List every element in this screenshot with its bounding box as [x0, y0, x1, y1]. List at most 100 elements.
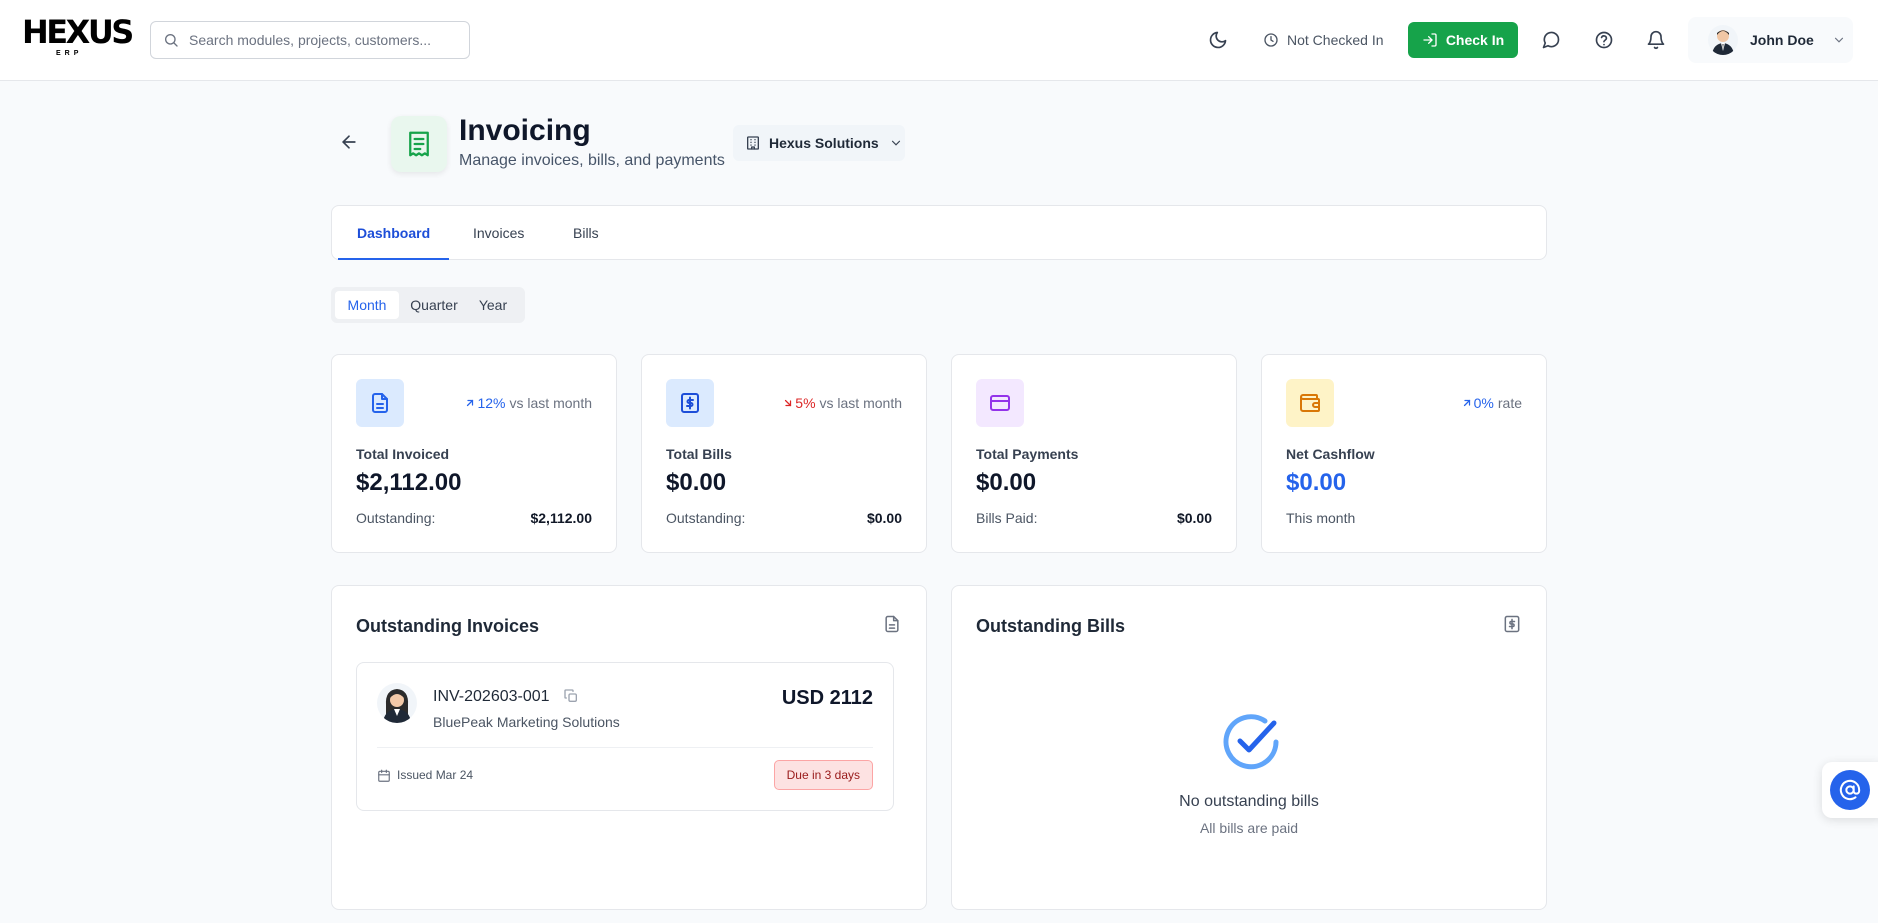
trend-text: rate — [1497, 395, 1522, 411]
trend-percent: 5% — [795, 395, 816, 411]
stat-label: Total Payments — [976, 446, 1079, 462]
empty-state-subtitle: All bills are paid — [1199, 820, 1299, 836]
period-toggle: Month Quarter Year — [331, 287, 525, 323]
stat-card-total-payments: Total Payments $0.00 Bills Paid: $0.00 — [951, 354, 1237, 553]
floating-widget — [1822, 762, 1878, 818]
organization-selector[interactable]: Hexus Solutions — [733, 125, 905, 161]
stat-foot-label: Outstanding: — [356, 510, 436, 526]
stat-value: $0.00 — [976, 469, 1037, 496]
tab-invoices[interactable]: Invoices — [473, 206, 524, 260]
invoice-amount: USD 2112 — [781, 687, 873, 709]
login-icon — [1423, 33, 1437, 47]
page-subtitle: Manage invoices, bills, and payments — [459, 152, 725, 169]
search-box[interactable] — [150, 21, 470, 59]
divider — [377, 747, 873, 748]
tab-dashboard[interactable]: Dashboard — [357, 206, 430, 260]
tab-bills[interactable]: Bills — [573, 206, 599, 260]
building-icon — [747, 136, 759, 150]
organization-name: Hexus Solutions — [769, 135, 879, 151]
customer-avatar — [377, 683, 417, 723]
panel-title: Outstanding Bills — [976, 616, 1126, 636]
moon-icon — [1209, 31, 1227, 49]
period-quarter-button[interactable]: Quarter — [401, 291, 467, 319]
user-avatar — [1708, 25, 1738, 55]
back-button[interactable] — [339, 132, 359, 152]
status-text: Not Checked In — [1287, 32, 1384, 48]
dollar-receipt-icon — [1502, 614, 1522, 634]
stat-foot-value: $2,112.00 — [530, 510, 592, 526]
invoice-list-item[interactable]: INV-202603-001 BluePeak Marketing Soluti… — [356, 662, 894, 811]
logo-text: HEXUS — [22, 13, 134, 51]
arrow-up-right-icon — [467, 399, 474, 407]
logo-subtext: ERP — [56, 50, 83, 57]
hexus-logo[interactable]: HEXUS ERP — [22, 13, 134, 60]
help-button[interactable] — [1592, 28, 1616, 52]
stat-foot-label: Bills Paid: — [976, 510, 1038, 526]
stat-icon-box — [356, 379, 404, 427]
invoice-issued-date: Issued Mar 24 — [397, 768, 474, 782]
arrow-down-right-icon — [785, 399, 792, 407]
search-icon — [165, 34, 178, 47]
stat-foot-label: Outstanding: — [666, 510, 746, 526]
chevron-down-icon — [891, 140, 900, 146]
stat-label: Total Invoiced — [356, 446, 450, 462]
due-status-badge: Due in 3 days — [773, 760, 873, 790]
trend-indicator: 5% vs last month — [782, 395, 902, 411]
check-in-status: Not Checked In — [1263, 29, 1384, 51]
dollar-receipt-icon — [681, 393, 699, 413]
receipt-icon — [409, 131, 429, 157]
bell-icon — [1647, 30, 1665, 50]
stat-foot-label: This month — [1286, 510, 1356, 526]
arrow-up-right-icon — [1463, 399, 1470, 407]
trend-indicator: 12% vs last month — [464, 395, 592, 411]
document-icon — [882, 614, 902, 634]
copy-icon[interactable] — [563, 688, 579, 704]
period-year-button[interactable]: Year — [469, 291, 517, 319]
active-tab-indicator — [338, 258, 449, 260]
page-title: Invoicing — [459, 114, 591, 147]
invoice-customer: BluePeak Marketing Solutions — [433, 714, 620, 730]
trend-text: vs last month — [509, 395, 592, 411]
stat-foot-value: $0.00 — [1176, 510, 1212, 526]
messages-button[interactable] — [1539, 28, 1563, 52]
trend-percent: 0% — [1473, 395, 1494, 411]
outstanding-invoices-panel: Outstanding Invoices INV-202603-001 Blue… — [331, 585, 927, 910]
credit-card-icon — [990, 395, 1010, 411]
trend-text: vs last month — [819, 395, 902, 411]
top-bar: HEXUS ERP Not Checked In Check In — [0, 0, 1878, 81]
calendar-icon — [377, 769, 391, 783]
stat-foot-value: $0.00 — [866, 510, 902, 526]
mention-button[interactable] — [1830, 770, 1870, 810]
stat-card-net-cashflow: 0% rate Net Cashflow $0.00 This month — [1261, 354, 1547, 553]
stat-value: $2,112.00 — [356, 469, 462, 496]
notifications-button[interactable] — [1644, 28, 1668, 52]
arrow-left-icon — [342, 135, 356, 149]
check-in-button[interactable]: Check In — [1408, 22, 1518, 58]
document-icon — [372, 393, 388, 413]
user-menu[interactable]: John Doe — [1688, 17, 1853, 63]
stat-card-total-bills: 5% vs last month Total Bills $0.00 Outst… — [641, 354, 927, 553]
theme-toggle-button[interactable] — [1206, 28, 1230, 52]
stat-value: $0.00 — [1286, 469, 1347, 496]
stat-value: $0.00 — [666, 469, 727, 496]
stat-icon-box — [1286, 379, 1334, 427]
tab-bar: Dashboard Invoices Bills — [331, 205, 1547, 260]
outstanding-bills-panel: Outstanding Bills No outstanding bills A… — [951, 585, 1547, 910]
invoicing-module-icon — [391, 116, 447, 172]
search-input[interactable] — [189, 32, 459, 48]
trend-percent: 12% — [477, 395, 506, 411]
period-month-button[interactable]: Month — [335, 291, 399, 319]
at-sign-icon — [1839, 779, 1861, 801]
invoice-number: INV-202603-001 — [433, 688, 550, 705]
check-circle-icon — [1220, 711, 1282, 773]
chat-icon — [1542, 31, 1560, 49]
wallet-icon — [1300, 394, 1320, 412]
stat-icon-box — [666, 379, 714, 427]
panel-title: Outstanding Invoices — [356, 616, 540, 636]
clock-icon — [1264, 33, 1278, 47]
stat-label: Net Cashflow — [1286, 446, 1375, 462]
stat-label: Total Bills — [666, 446, 732, 462]
empty-state-title: No outstanding bills — [1179, 793, 1319, 810]
stat-card-total-invoiced: 12% vs last month Total Invoiced $2,112.… — [331, 354, 617, 553]
stat-icon-box — [976, 379, 1024, 427]
